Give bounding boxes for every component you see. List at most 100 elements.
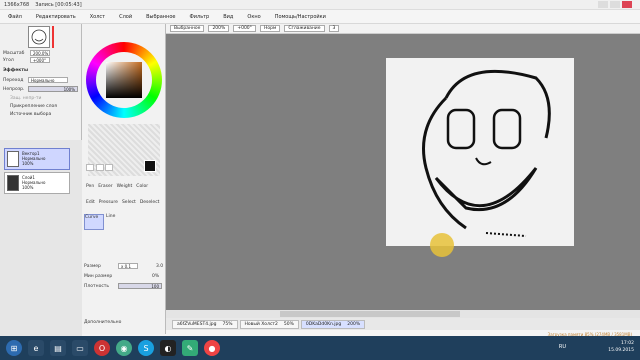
density-slider[interactable]: 100 xyxy=(118,283,162,289)
recording-label: Запись [00:05:43] xyxy=(35,1,82,8)
tab-zoom: 75% xyxy=(222,321,233,327)
opera-icon[interactable]: O xyxy=(94,340,110,356)
clip-layer-checkbox[interactable]: Прикрепление слоя xyxy=(10,104,57,109)
menu-filter[interactable]: Фильтр xyxy=(189,14,209,20)
angle-field[interactable]: +000° xyxy=(30,57,50,63)
layer-item-vector1[interactable]: Вектор1 Нормально 100% xyxy=(4,148,70,170)
pressure-tool[interactable]: Pressure xyxy=(99,200,118,205)
menu-layer[interactable]: Слой xyxy=(119,14,132,20)
window-controls xyxy=(596,1,632,8)
select-tool-icon[interactable] xyxy=(86,164,94,171)
skype-icon[interactable]: S xyxy=(138,340,154,356)
color-tool[interactable]: Color xyxy=(136,184,148,189)
layer-item-layer1[interactable]: Слой1 Нормально 100% xyxy=(4,172,70,194)
navigator-panel: Масштаб 200.0% Угол +000° Эффекты Перехо… xyxy=(0,24,82,140)
tab-doc-1[interactable]: a6fZVuMEST4.jpg 75% xyxy=(172,319,238,329)
zoom-field[interactable]: 200.0% xyxy=(30,50,50,56)
folder-icon[interactable]: ▭ xyxy=(72,340,88,356)
line-tool-label: Line xyxy=(106,214,116,219)
caricature-drawing xyxy=(422,69,551,237)
layer-thumbnail xyxy=(7,175,19,191)
eraser-tool[interactable]: Eraser xyxy=(98,184,112,189)
size-label: Размер xyxy=(84,264,101,269)
language-indicator[interactable]: RU xyxy=(559,344,566,350)
steam-icon[interactable]: ◐ xyxy=(160,340,176,356)
color-square[interactable] xyxy=(106,62,142,98)
tool-icons xyxy=(86,164,114,173)
blend-label: Переход xyxy=(3,78,24,83)
select-tool[interactable]: Select xyxy=(122,200,136,205)
tab-doc-2[interactable]: Новый Холст2 50% xyxy=(239,319,299,329)
zoom-tool-icon[interactable] xyxy=(105,164,114,171)
recorder-icon[interactable]: ● xyxy=(204,340,220,356)
angle-label: Угол xyxy=(3,58,14,63)
brush-row-1: Pen Eraser Weight Color xyxy=(86,184,148,189)
opacity-slider[interactable]: 100% xyxy=(28,86,78,92)
tab-zoom: 200% xyxy=(347,321,361,327)
pen-tool[interactable]: Pen xyxy=(86,184,94,189)
briefcase-icon[interactable]: ▤ xyxy=(50,340,66,356)
artboard[interactable] xyxy=(386,58,574,246)
tool-panel: Pen Eraser Weight Color Edit Pressure Se… xyxy=(82,24,166,334)
ie-icon[interactable]: e xyxy=(28,340,44,356)
mode-select[interactable]: Норм xyxy=(259,25,281,32)
scrollbar-thumb[interactable] xyxy=(280,311,460,317)
smoothing-select[interactable]: 3 xyxy=(328,25,340,32)
maximize-button[interactable] xyxy=(610,1,620,8)
paint-icon[interactable]: ✎ xyxy=(182,340,198,356)
navigator-thumbnail[interactable] xyxy=(28,26,50,48)
weight-tool[interactable]: Weight xyxy=(117,184,133,189)
menu-edit[interactable]: Редактировать xyxy=(36,14,76,20)
layer-opacity: 100% xyxy=(22,185,34,190)
start-button-icon[interactable]: ⊞ xyxy=(6,340,22,356)
zoom-field[interactable]: 200% xyxy=(208,25,230,32)
zoom-label: Масштаб xyxy=(3,51,25,56)
menu-canvas[interactable]: Холст xyxy=(90,14,105,20)
tab-doc-3[interactable]: 0DKaDd0Kn.jpg 200% xyxy=(300,319,366,329)
curve-tool-label: Curve xyxy=(85,215,99,220)
extra-label[interactable]: Дополнительно xyxy=(84,320,121,325)
minimize-button[interactable] xyxy=(598,1,608,8)
line-tool[interactable]: Line xyxy=(106,214,115,219)
angle-field[interactable]: +000° xyxy=(233,25,256,32)
tab-name: a6fZVuMEST4.jpg xyxy=(177,321,217,327)
selection-source-checkbox[interactable]: Источник выбора xyxy=(10,112,51,117)
protect-alpha-checkbox[interactable]: Защ. непр-ти xyxy=(10,96,41,101)
curve-tool[interactable]: Curve xyxy=(84,214,104,230)
size-multiplier[interactable]: x 0.1 xyxy=(118,263,138,269)
navigator-frame xyxy=(52,26,54,48)
document-tabs: a6fZVuMEST4.jpg 75% Новый Холст2 50% 0DKaD… xyxy=(166,318,640,330)
canvas-toolbar: Выбранное 200% +000° Норм Сглаживание 3 xyxy=(166,24,640,34)
blend-select[interactable]: Нормально xyxy=(28,77,68,83)
tab-zoom: 50% xyxy=(283,321,294,327)
edit-tool[interactable]: Edit xyxy=(86,200,95,205)
menu-file[interactable]: Файл xyxy=(8,14,22,20)
menu-bar: Файл Редактировать Холст Слой Выбранное … xyxy=(0,10,640,24)
layer-thumbnail xyxy=(7,151,19,167)
selection-toggle[interactable]: Выбранное xyxy=(170,25,205,32)
chrome-icon[interactable]: ◉ xyxy=(116,340,132,356)
clock-date: 15.09.2015 xyxy=(608,348,634,353)
tab-name: Новый Холст2 xyxy=(244,321,278,327)
lasso-tool-icon[interactable] xyxy=(95,164,104,171)
menu-selection[interactable]: Выбранное xyxy=(146,14,175,20)
smoothing-label: Сглаживание xyxy=(284,25,325,32)
menu-window[interactable]: Окно xyxy=(247,14,260,20)
menu-help[interactable]: Помощь/Настройки xyxy=(275,14,326,20)
primary-color[interactable] xyxy=(144,160,156,172)
taskbar: ⊞ e ▤ ▭ O ◉ S ◐ ✎ ● xyxy=(0,336,640,360)
deselect-tool[interactable]: Deselect xyxy=(140,200,160,205)
close-button[interactable] xyxy=(622,1,632,8)
density-label: Плотность xyxy=(84,284,110,289)
opacity-label: Непрозр. xyxy=(3,87,25,92)
cursor-highlight xyxy=(430,233,454,257)
min-size-value: 0% xyxy=(152,274,160,279)
clock-time: 17:02 xyxy=(621,341,634,346)
effects-label[interactable]: Эффекты xyxy=(3,68,28,73)
menu-view[interactable]: Вид xyxy=(223,14,233,20)
clock[interactable]: 17:02 15.09.2015 xyxy=(608,340,634,354)
title-bar: 1366x768 Запись [00:05:43] xyxy=(0,0,640,10)
size-value: 3.0 xyxy=(156,264,164,269)
layer-opacity: 100% xyxy=(22,161,34,166)
resolution-label: 1366x768 xyxy=(4,1,30,8)
